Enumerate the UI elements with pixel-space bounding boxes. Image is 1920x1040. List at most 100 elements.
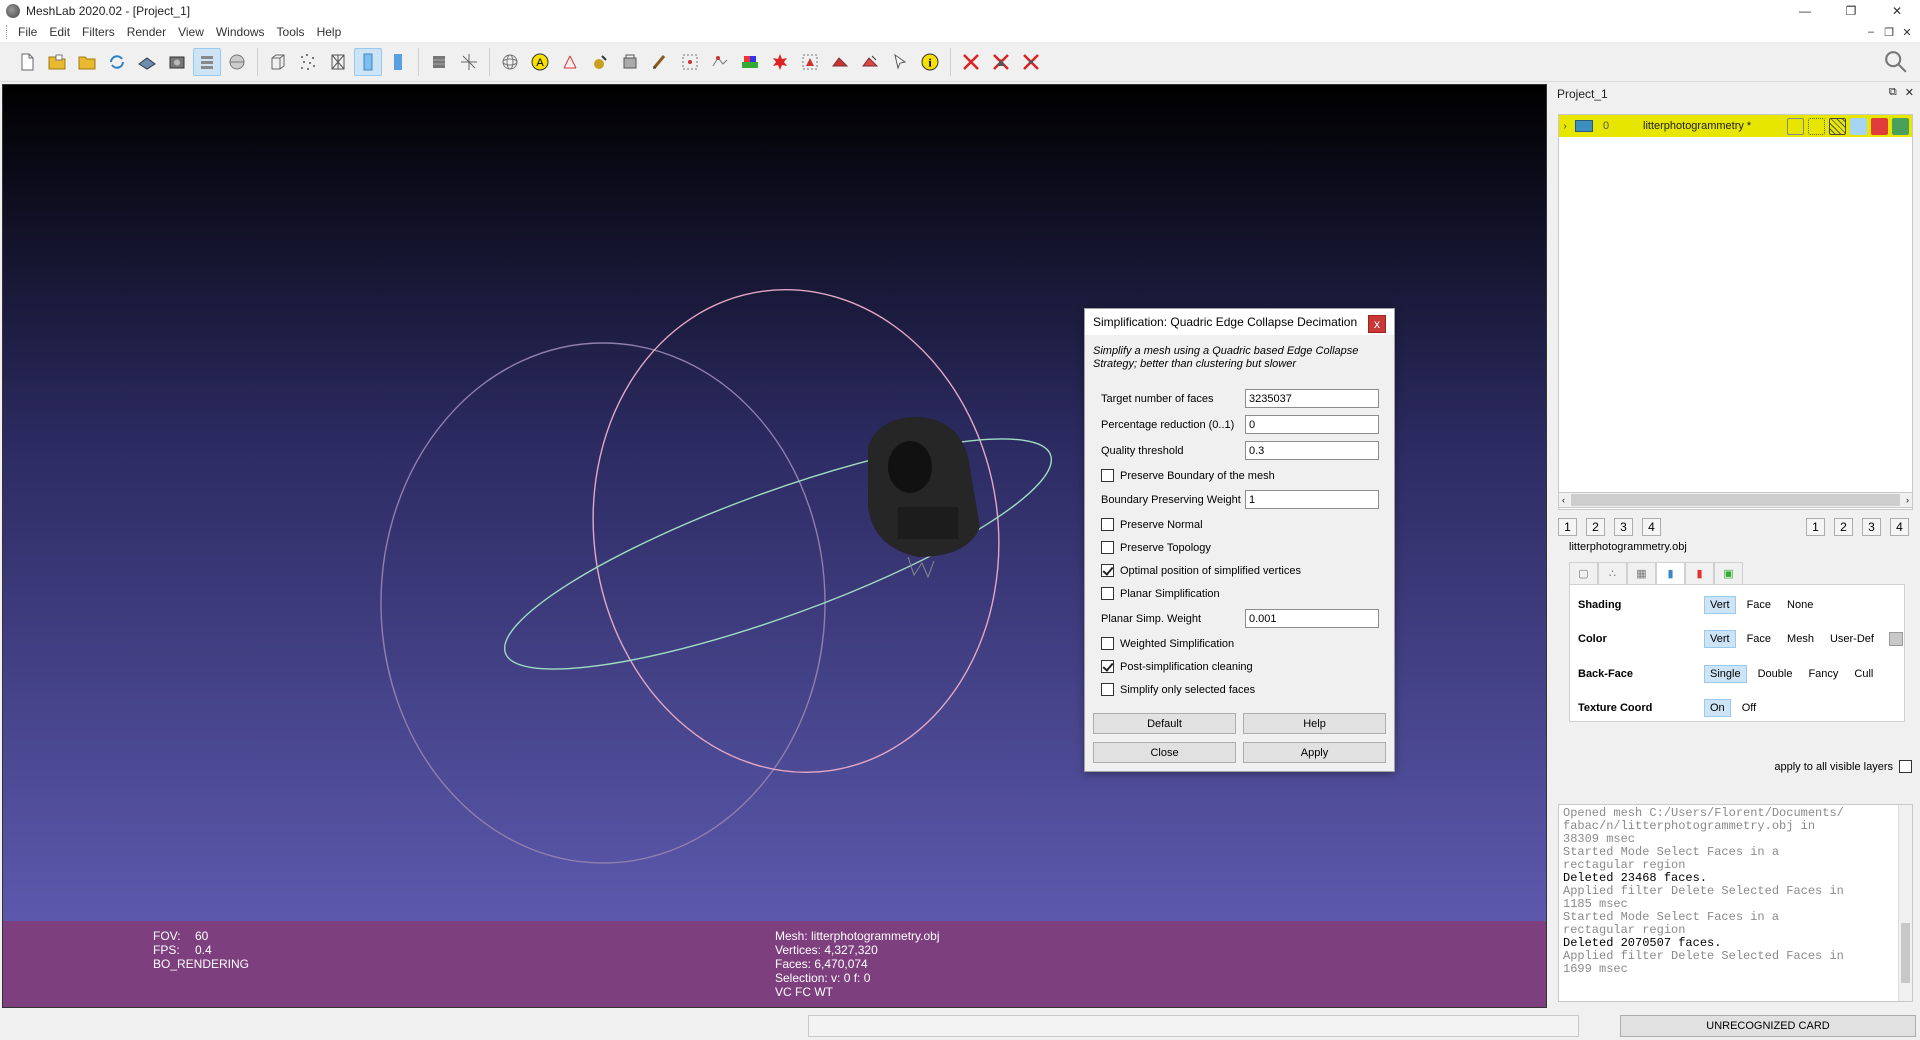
shading-face-option[interactable]: Face	[1742, 597, 1776, 613]
texture-icon[interactable]	[384, 48, 412, 76]
optimal-position-checkbox[interactable]	[1101, 564, 1114, 577]
select-paint-icon[interactable]	[826, 48, 854, 76]
new-project-icon[interactable]	[13, 48, 41, 76]
wireframe-icon[interactable]	[324, 48, 352, 76]
tab-color-icon[interactable]: ▮	[1685, 562, 1714, 584]
layer-wireframe-icon[interactable]	[1829, 117, 1846, 135]
menu-edit[interactable]: Edit	[49, 25, 79, 39]
restore-button[interactable]: ❐	[1828, 0, 1874, 22]
view-1-button[interactable]: 1	[1806, 518, 1825, 536]
color-mesh-option[interactable]: Mesh	[1782, 631, 1819, 647]
mdi-minimize-button[interactable]: –	[1862, 22, 1880, 42]
backface-single-option[interactable]: Single	[1704, 665, 1747, 683]
dialog-close-icon[interactable]: x	[1368, 315, 1386, 333]
menu-filters[interactable]: Filters	[82, 25, 124, 39]
layer-texture-icon[interactable]	[1892, 117, 1909, 135]
help-button[interactable]: Help	[1243, 713, 1386, 734]
preserve-normal-row[interactable]: Preserve Normal	[1101, 518, 1203, 531]
tab-bbox-icon[interactable]: ▢	[1569, 562, 1598, 584]
view-3-button[interactable]: 3	[1614, 518, 1633, 536]
selected-only-row[interactable]: Simplify only selected faces	[1101, 683, 1255, 696]
log-scrollbar[interactable]	[1898, 805, 1912, 1001]
scroll-left-icon[interactable]: ‹	[1562, 495, 1565, 505]
menu-view[interactable]: View	[178, 25, 213, 39]
color-map-icon[interactable]	[736, 48, 764, 76]
paint-bucket-icon[interactable]	[616, 48, 644, 76]
apply-button[interactable]: Apply	[1243, 742, 1386, 763]
preserve-topology-checkbox[interactable]	[1101, 541, 1114, 554]
texcoord-off-option[interactable]: Off	[1737, 700, 1761, 716]
planar-row[interactable]: Planar Simplification	[1101, 587, 1220, 600]
menu-windows[interactable]: Windows	[216, 25, 274, 39]
tab-texture-icon[interactable]: ▣	[1714, 562, 1743, 584]
layer-color-icon[interactable]	[1871, 117, 1888, 135]
percentage-input[interactable]	[1245, 415, 1379, 434]
save-icon[interactable]	[133, 48, 161, 76]
layer-smooth-icon[interactable]	[1850, 117, 1867, 135]
shading-vert-option[interactable]: Vert	[1704, 596, 1736, 614]
measure-icon[interactable]	[556, 48, 584, 76]
visibility-icon[interactable]	[1575, 120, 1593, 132]
menu-help[interactable]: Help	[317, 25, 351, 39]
weighted-checkbox[interactable]	[1101, 637, 1114, 650]
lighting-icon[interactable]	[425, 48, 453, 76]
log-window[interactable]: Opened mesh C:/Users/Florent/Documents/ …	[1558, 804, 1913, 1002]
menu-render[interactable]: Render	[127, 25, 175, 39]
close-window-button[interactable]: ✕	[1874, 0, 1920, 22]
backface-double-option[interactable]: Double	[1753, 666, 1798, 682]
selected-only-checkbox[interactable]	[1101, 683, 1114, 696]
reload-icon[interactable]	[103, 48, 131, 76]
apply-all-checkbox[interactable]	[1899, 760, 1912, 773]
tab-wireframe-icon[interactable]: ▦	[1627, 562, 1656, 584]
menu-tools[interactable]: Tools	[277, 25, 314, 39]
weighted-row[interactable]: Weighted Simplification	[1101, 637, 1234, 650]
default-button[interactable]: Default	[1093, 713, 1236, 734]
view-4-button[interactable]: 4	[1642, 518, 1661, 536]
axis-icon[interactable]	[455, 48, 483, 76]
bbox-icon[interactable]	[264, 48, 292, 76]
backface-cull-option[interactable]: Cull	[1849, 666, 1878, 682]
open-project-icon[interactable]	[43, 48, 71, 76]
trackball-icon[interactable]	[496, 48, 524, 76]
user-color-swatch[interactable]	[1888, 632, 1903, 646]
view-2-button[interactable]: 2	[1834, 518, 1853, 536]
view-3-button[interactable]: 3	[1862, 518, 1881, 536]
render-points-icon[interactable]	[223, 48, 251, 76]
log-scroll-thumb[interactable]	[1901, 923, 1910, 983]
scroll-right-icon[interactable]: ›	[1906, 495, 1909, 505]
close-panel-icon[interactable]: ✕	[1905, 86, 1914, 99]
layer-bbox-icon[interactable]	[1787, 117, 1804, 135]
float-panel-icon[interactable]: ⧉	[1889, 86, 1897, 99]
color-face-option[interactable]: Face	[1742, 631, 1776, 647]
layers-icon[interactable]	[193, 47, 221, 76]
post-cleaning-checkbox[interactable]	[1101, 660, 1114, 673]
layer-horizontal-scrollbar[interactable]: ‹ ›	[1558, 492, 1913, 508]
color-vert-option[interactable]: Vert	[1704, 630, 1736, 648]
scroll-thumb[interactable]	[1571, 494, 1900, 506]
align-icon[interactable]	[586, 48, 614, 76]
quality-input[interactable]	[1245, 441, 1379, 460]
boundary-weight-input[interactable]	[1245, 490, 1379, 509]
delete-faces-x-icon[interactable]	[987, 48, 1015, 76]
backface-fancy-option[interactable]: Fancy	[1803, 666, 1843, 682]
menu-file[interactable]: File	[18, 25, 46, 39]
annotation-icon[interactable]: A	[526, 48, 554, 76]
smooth-icon[interactable]	[354, 47, 382, 76]
preserve-normal-checkbox[interactable]	[1101, 518, 1114, 531]
color-userdef-option[interactable]: User-Def	[1825, 631, 1879, 647]
target-faces-input[interactable]	[1245, 389, 1379, 408]
layer-row[interactable]: › 0 litterphotogrammetry *	[1559, 115, 1912, 137]
planar-weight-input[interactable]	[1245, 609, 1379, 628]
select-connected-icon[interactable]	[706, 48, 734, 76]
mdi-close-button[interactable]: ✕	[1898, 22, 1916, 42]
delete-vertices-icon[interactable]	[957, 48, 985, 76]
preserve-topology-row[interactable]: Preserve Topology	[1101, 541, 1211, 554]
select-faces-icon[interactable]	[796, 48, 824, 76]
tab-points-icon[interactable]: ∴	[1598, 562, 1627, 584]
georef-icon[interactable]	[766, 48, 794, 76]
view-2-button[interactable]: 2	[1586, 518, 1605, 536]
snapshot-icon[interactable]	[163, 48, 191, 76]
view-4-button[interactable]: 4	[1890, 518, 1909, 536]
shading-none-option[interactable]: None	[1782, 597, 1818, 613]
preserve-boundary-row[interactable]: Preserve Boundary of the mesh	[1101, 469, 1275, 482]
